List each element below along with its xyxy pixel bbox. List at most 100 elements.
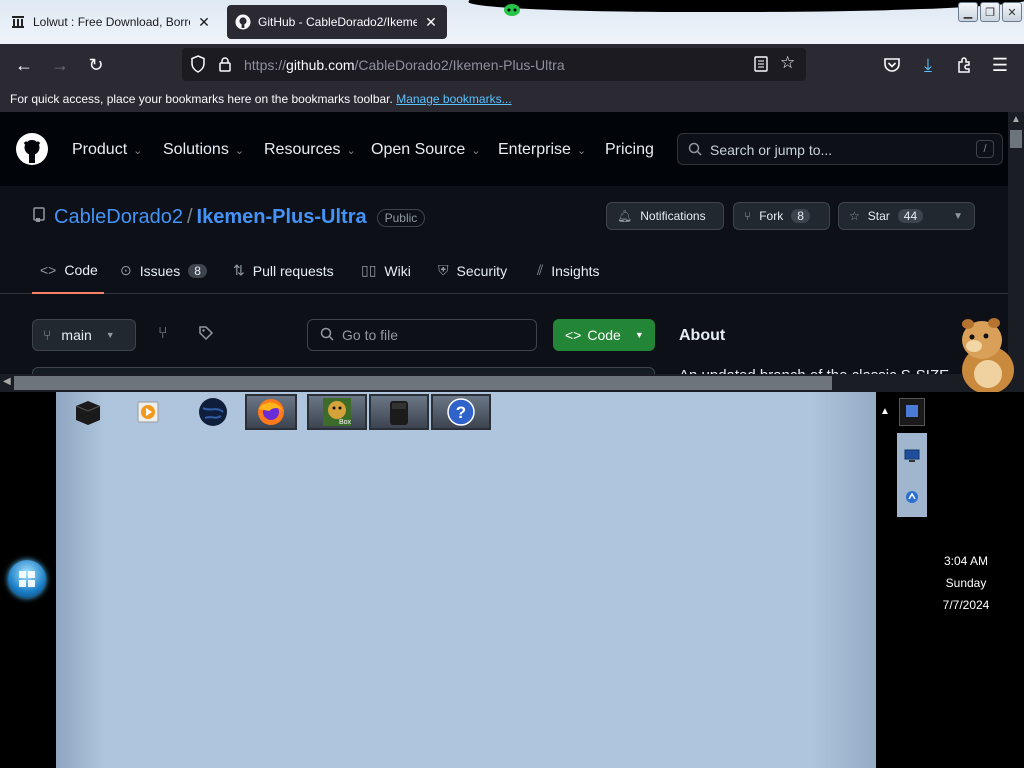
back-button[interactable]: ←	[12, 53, 36, 77]
chevron-down-icon: ⌄	[133, 144, 143, 157]
github-logo-icon[interactable]	[16, 133, 48, 170]
search-placeholder: Search or jump to...	[710, 142, 833, 158]
manage-bookmarks-link[interactable]: Manage bookmarks...	[396, 92, 511, 106]
notifications-label: Notifications	[640, 209, 706, 223]
system-clock[interactable]: 3:04 AM Sunday 7/7/2024	[936, 550, 996, 616]
nav-open-source[interactable]: Open Source ⌄	[371, 141, 481, 159]
tray-app-icon[interactable]	[899, 398, 925, 426]
github-icon	[235, 14, 251, 30]
code-icon: <>	[565, 327, 582, 343]
globe-icon[interactable]	[191, 394, 235, 430]
notifications-button[interactable]: 🔔︎ Notifications	[606, 202, 724, 230]
tray-expand-icon[interactable]: ▲	[880, 406, 890, 417]
tab-label: Code	[64, 262, 98, 278]
star-count: 44	[897, 209, 924, 223]
close-window-button[interactable]: ✕	[1002, 2, 1022, 22]
scrollbar-thumb[interactable]	[1010, 130, 1022, 148]
forward-button[interactable]: →	[48, 53, 72, 77]
tab-code[interactable]: <> Code	[40, 262, 98, 278]
bookmarks-toolbar: For quick access, place your bookmarks h…	[0, 86, 1024, 112]
alien-icon	[504, 4, 520, 16]
minimize-button[interactable]: ▁	[958, 2, 978, 22]
url-bar[interactable]: https://github.com/CableDorado2/Ikemen-P…	[182, 48, 806, 81]
tab-title: Lolwut : Free Download, Borrow	[33, 15, 190, 29]
fork-count: 8	[791, 209, 810, 223]
tab-pull-requests[interactable]: ⇅ Pull requests	[233, 262, 334, 279]
dark-app-icon[interactable]	[369, 394, 429, 430]
search-shortcut-key: /	[976, 140, 994, 158]
star-bookmark-icon[interactable]: ☆	[780, 53, 795, 73]
hamster-image	[962, 318, 1014, 392]
clock-time: 3:04 AM	[943, 554, 989, 568]
go-to-file-input[interactable]: Go to file	[307, 319, 537, 351]
nav-label: Open Source	[371, 141, 466, 158]
tab-insights[interactable]: ⫽ Insights	[537, 262, 600, 279]
firefox-icon[interactable]	[245, 394, 297, 430]
tag-icon[interactable]	[198, 325, 214, 346]
network-icon[interactable]	[904, 489, 920, 510]
code-icon: <>	[40, 262, 57, 278]
lock-icon[interactable]	[218, 56, 232, 77]
search-icon	[320, 327, 334, 344]
restore-button[interactable]: ❐	[980, 2, 1000, 22]
graph-icon: ⫽	[537, 262, 544, 278]
star-icon: ☆	[849, 209, 860, 223]
reload-button[interactable]: ↻	[84, 53, 108, 77]
tab-github[interactable]: GitHub - CableDorado2/Ikemen ✕	[227, 5, 447, 39]
close-icon[interactable]: ✕	[423, 14, 439, 31]
repo-icon	[32, 206, 46, 229]
active-tab-indicator	[32, 292, 104, 294]
media-player-icon[interactable]	[126, 394, 170, 430]
repo-separator: /	[186, 206, 193, 228]
tab-issues[interactable]: ⊙ Issues 8	[120, 262, 207, 279]
nav-solutions[interactable]: Solutions ⌄	[163, 141, 244, 159]
black-box-icon[interactable]	[66, 394, 110, 430]
nav-enterprise[interactable]: Enterprise ⌄	[498, 141, 586, 159]
scroll-up-icon[interactable]: ▲	[1011, 114, 1021, 125]
system-tray	[897, 433, 927, 517]
nav-pricing[interactable]: Pricing	[605, 141, 654, 159]
pocket-icon[interactable]	[880, 53, 904, 77]
horizontal-scrollbar[interactable]: ◀	[0, 374, 1008, 392]
search-icon	[688, 142, 702, 161]
scrollbar-thumb[interactable]	[14, 376, 832, 390]
chevron-down-icon: ⌄	[234, 144, 245, 157]
tab-security[interactable]: ⛨ Security	[438, 262, 507, 279]
tab-label: Security	[456, 262, 508, 279]
menu-icon[interactable]: ☰	[988, 53, 1012, 77]
close-icon[interactable]: ✕	[196, 14, 212, 31]
reader-view-icon[interactable]	[754, 56, 768, 77]
caret-down-icon: ▼	[634, 330, 644, 340]
search-input[interactable]: Search or jump to... /	[677, 133, 1003, 165]
nav-resources[interactable]: Resources ⌄	[264, 141, 356, 159]
tab-lolwut[interactable]: Lolwut : Free Download, Borrow ✕	[2, 5, 220, 39]
svg-text:?: ?	[456, 403, 466, 422]
repo-owner-link[interactable]: CableDorado2	[54, 206, 183, 229]
tab-wiki[interactable]: ▯▯ Wiki	[361, 262, 411, 279]
download-icon[interactable]: ⤓	[916, 53, 940, 77]
browser-window: Lolwut : Free Download, Borrow ✕ GitHub …	[0, 0, 1024, 392]
chevron-down-icon: ⌄	[576, 144, 587, 157]
branch-selector[interactable]: ⑂ main ▼	[32, 319, 136, 351]
github-header: Product ⌄ Solutions ⌄ Resources ⌄ Open Sour…	[0, 112, 1008, 186]
nav-label: Resources	[264, 141, 341, 158]
code-button[interactable]: <> Code ▼	[553, 319, 655, 351]
start-button[interactable]	[8, 560, 46, 598]
shield-icon: ⛨	[438, 262, 449, 278]
repo-name-link[interactable]: Ikemen-Plus-Ultra	[197, 206, 367, 229]
shield-icon[interactable]	[190, 55, 206, 78]
box-game-icon[interactable]: Box	[307, 394, 367, 430]
archive-icon	[10, 14, 26, 30]
scroll-left-icon[interactable]: ◀	[3, 376, 11, 387]
branches-icon[interactable]: ⑂	[158, 325, 168, 343]
monitor-icon[interactable]	[904, 449, 920, 468]
star-button[interactable]: ☆ Star 44 ▼	[838, 202, 975, 230]
chevron-down-icon[interactable]: ▼	[953, 211, 963, 222]
extensions-icon[interactable]	[952, 53, 976, 77]
nav-product[interactable]: Product ⌄	[72, 141, 142, 159]
help-icon[interactable]: ?	[431, 394, 491, 430]
branch-name: main	[61, 327, 92, 343]
tab-label: Wiki	[384, 262, 411, 279]
fork-button[interactable]: ⑂ Fork 8	[733, 202, 830, 230]
visibility-badge: Public	[376, 208, 426, 227]
